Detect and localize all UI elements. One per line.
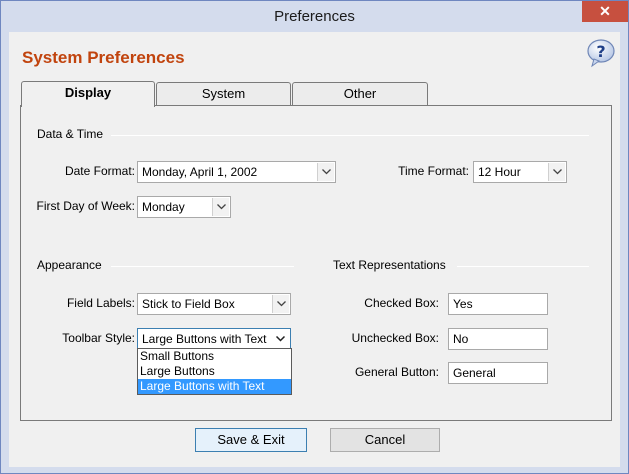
field-labels-select[interactable]: Stick to Field Box bbox=[137, 293, 291, 315]
time-format-label: Time Format: bbox=[398, 164, 469, 178]
toolbar-style-select[interactable]: Large Buttons with Text bbox=[137, 328, 291, 350]
unchecked-box-value: No bbox=[453, 332, 469, 346]
dropdown-option[interactable]: Large Buttons bbox=[138, 364, 291, 379]
first-day-select[interactable]: Monday bbox=[137, 196, 231, 218]
section-title-appearance: Appearance bbox=[37, 258, 102, 272]
first-day-value: Monday bbox=[142, 200, 185, 214]
cancel-button[interactable]: Cancel bbox=[330, 428, 440, 452]
title-bar[interactable]: Preferences ✕ bbox=[1, 1, 628, 32]
chevron-down-icon[interactable] bbox=[272, 330, 289, 348]
save-exit-button[interactable]: Save & Exit bbox=[195, 428, 307, 452]
field-labels-label: Field Labels: bbox=[66, 296, 135, 310]
toolbar-style-label: Toolbar Style: bbox=[62, 331, 135, 345]
general-button-label: General Button: bbox=[354, 365, 439, 379]
checked-box-label: Checked Box: bbox=[364, 296, 439, 310]
toolbar-style-dropdown-list: Small Buttons Large Buttons Large Button… bbox=[137, 348, 292, 395]
section-divider bbox=[457, 266, 589, 267]
tab-other[interactable]: Other bbox=[292, 82, 428, 106]
general-button-input[interactable]: General bbox=[448, 362, 548, 384]
chevron-down-icon[interactable] bbox=[272, 295, 289, 313]
date-format-select[interactable]: Monday, April 1, 2002 bbox=[137, 161, 336, 183]
date-format-value: Monday, April 1, 2002 bbox=[142, 165, 258, 179]
close-button[interactable]: ✕ bbox=[582, 1, 628, 22]
preferences-window: Preferences ✕ System Preferences ? Displ… bbox=[0, 0, 629, 474]
general-button-value: General bbox=[453, 366, 496, 380]
chevron-down-icon[interactable] bbox=[548, 163, 565, 181]
section-divider bbox=[111, 266, 294, 267]
section-title-text-representations: Text Representations bbox=[333, 258, 446, 272]
tab-system[interactable]: System bbox=[156, 82, 291, 106]
time-format-value: 12 Hour bbox=[478, 165, 521, 179]
field-labels-value: Stick to Field Box bbox=[142, 297, 235, 311]
first-day-label: First Day of Week: bbox=[36, 199, 135, 213]
unchecked-box-label: Unchecked Box: bbox=[351, 331, 439, 345]
checked-box-input[interactable]: Yes bbox=[448, 293, 548, 315]
help-question-icon[interactable]: ? bbox=[585, 38, 617, 68]
time-format-select[interactable]: 12 Hour bbox=[473, 161, 567, 183]
chevron-down-icon[interactable] bbox=[317, 163, 334, 181]
display-tab-panel: Data & Time Date Format: Monday, April 1… bbox=[20, 105, 612, 421]
unchecked-box-input[interactable]: No bbox=[448, 328, 548, 350]
toolbar-style-value: Large Buttons with Text bbox=[142, 332, 267, 346]
date-format-label: Date Format: bbox=[64, 164, 135, 178]
tab-display[interactable]: Display bbox=[21, 81, 155, 107]
dialog-body: System Preferences ? Display System Othe… bbox=[9, 32, 620, 467]
checked-box-value: Yes bbox=[453, 297, 473, 311]
section-title-date-time: Data & Time bbox=[37, 127, 104, 141]
section-divider bbox=[111, 135, 589, 136]
svg-text:?: ? bbox=[596, 42, 605, 61]
dropdown-option[interactable]: Small Buttons bbox=[138, 349, 291, 364]
dropdown-option-selected[interactable]: Large Buttons with Text bbox=[138, 379, 291, 394]
page-title: System Preferences bbox=[22, 48, 185, 67]
chevron-down-icon[interactable] bbox=[212, 198, 229, 216]
window-title: Preferences bbox=[274, 8, 355, 25]
